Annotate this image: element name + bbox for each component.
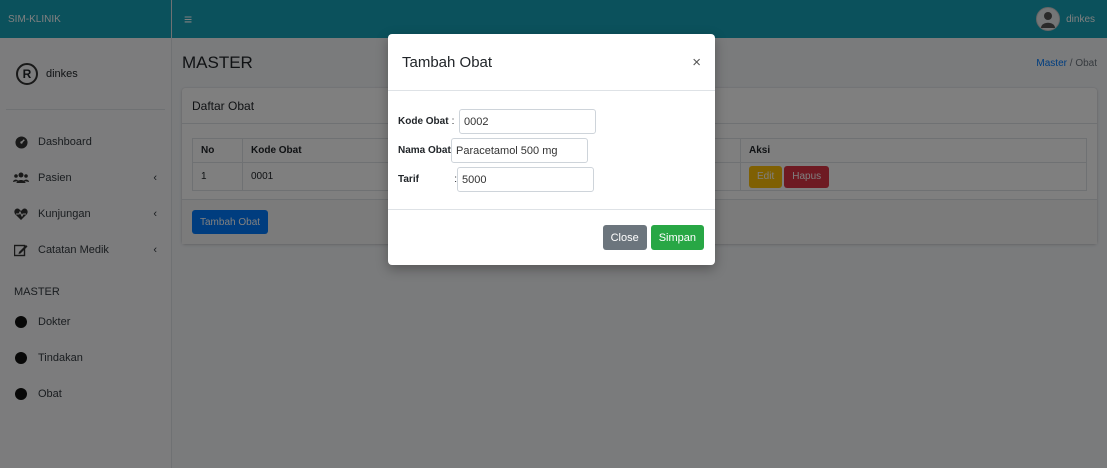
nama-obat-label: Nama Obat bbox=[398, 145, 451, 156]
simpan-button[interactable]: Simpan bbox=[650, 225, 704, 250]
modal-title: Tambah Obat bbox=[402, 53, 493, 71]
tarif-input[interactable]: 5000 bbox=[457, 167, 594, 192]
field-colon: : bbox=[451, 116, 455, 127]
modal-header: Tambah Obat × bbox=[388, 34, 715, 91]
form-row-kode-obat: Kode Obat : 0002 bbox=[398, 107, 703, 136]
form-row-nama-obat: Nama Obat : Paracetamol 500 mg bbox=[398, 136, 703, 165]
kode-obat-input[interactable]: 0002 bbox=[459, 109, 596, 134]
close-icon[interactable]: × bbox=[692, 54, 701, 71]
tarif-label: Tarif bbox=[398, 174, 419, 185]
modal-footer: Close Simpan bbox=[388, 210, 715, 265]
nama-obat-input[interactable]: Paracetamol 500 mg bbox=[451, 138, 588, 163]
form-row-tarif: Tarif : 5000 bbox=[398, 165, 703, 194]
close-button[interactable]: Close bbox=[602, 225, 647, 250]
kode-obat-label: Kode Obat bbox=[398, 116, 449, 127]
tambah-obat-modal: Tambah Obat × Kode Obat : 0002 Nama Obat… bbox=[388, 34, 715, 265]
modal-body: Kode Obat : 0002 Nama Obat : Paracetamol… bbox=[388, 91, 715, 210]
